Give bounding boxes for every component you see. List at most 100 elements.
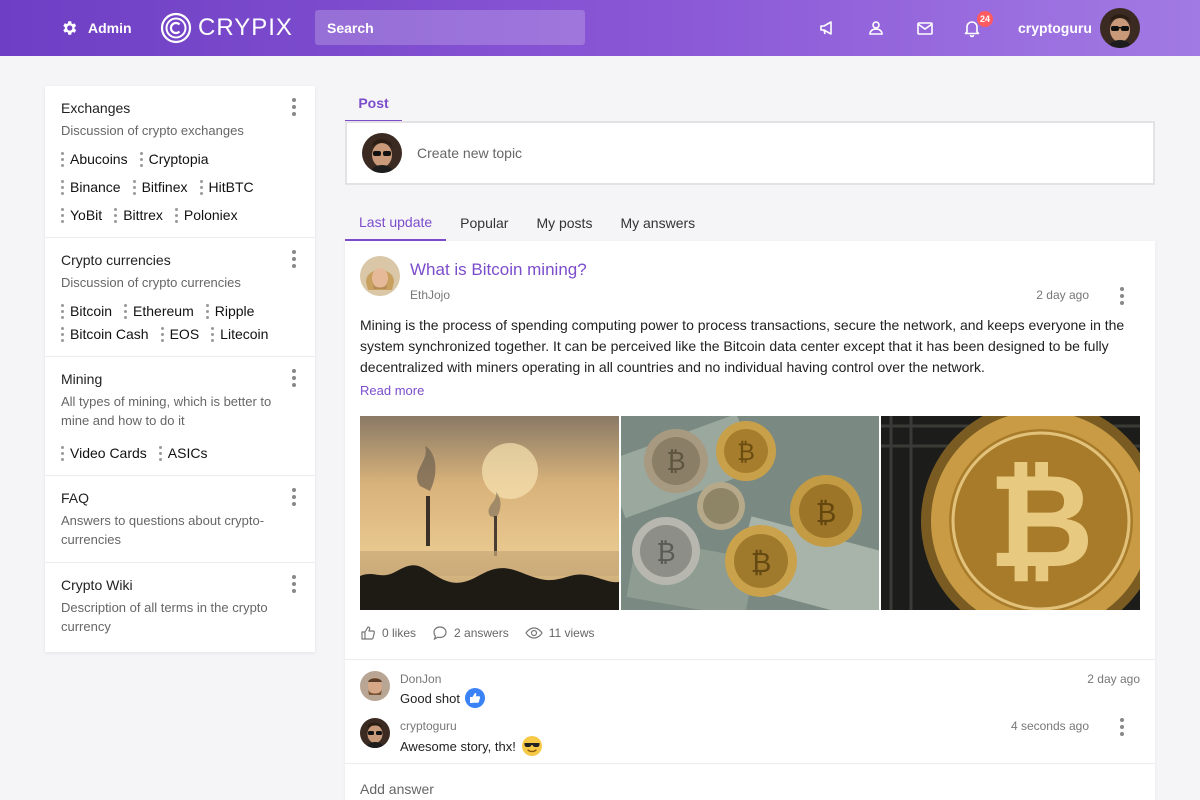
tag-label: Bitfinex [141,179,188,195]
tag-list: Abucoins Cryptopia Binance Bitfinex HitB… [61,150,299,224]
category-exchanges: Exchanges Discussion of crypto exchanges… [45,86,315,238]
brand-name: CRYPIX [198,14,293,41]
category-description: Description of all terms in the crypto c… [61,600,268,634]
tag-item[interactable]: Bitcoin [61,302,112,320]
category-description: Answers to questions about crypto-curren… [61,513,265,547]
views-count: 11 views [548,626,595,640]
avatar [362,133,402,173]
tag-label: Binance [70,179,121,195]
more-options-icon[interactable] [291,250,297,268]
answers-button[interactable]: 2 answers [432,625,509,641]
more-options-icon[interactable] [291,369,297,387]
eye-icon [525,627,543,639]
tab-post[interactable]: Post [345,86,402,122]
tag-item[interactable]: Bitfinex [132,178,188,196]
tag-item[interactable]: Cryptopia [139,150,209,168]
tag-item[interactable]: Binance [61,178,121,196]
more-options-icon[interactable] [1119,287,1125,305]
brand-logo[interactable]: CRYPIX [160,12,293,44]
category-mining: Mining All types of mining, which is bet… [45,357,315,476]
more-options-icon[interactable] [1119,718,1125,736]
drag-handle-icon [61,445,64,461]
tag-item[interactable]: Poloniex [174,206,238,224]
comment-time: 4 seconds ago [1010,719,1089,733]
tag-label: Bitcoin Cash [70,326,149,342]
tag-item[interactable]: Abucoins [61,150,128,168]
author-avatar[interactable] [360,256,400,296]
post-image-bitcoins-cash[interactable]: ₿ ₿ ₿ ₿ ₿ [621,416,879,610]
tag-item[interactable]: Litecoin [211,325,268,343]
tab-last-update[interactable]: Last update [345,205,447,241]
category-title[interactable]: Crypto currencies [61,252,299,268]
category-title[interactable]: Mining [61,371,299,387]
answers-count: 2 answers [454,626,509,640]
read-more-link[interactable]: Read more [360,383,424,398]
tag-item[interactable]: HitBTC [199,178,254,196]
comment-body: Awesome story, thx! [400,738,516,754]
tag-label: Bitcoin [70,303,113,319]
avatar[interactable] [1100,8,1140,48]
category-crypto-currencies: Crypto currencies Discussion of crypto c… [45,238,315,357]
more-options-icon[interactable] [291,488,297,506]
create-topic-field[interactable]: Create new topic [345,121,1155,185]
comment-author[interactable]: DonJon [400,672,441,686]
drag-handle-icon [205,303,209,319]
tag-item[interactable]: Ethereum [124,302,194,320]
megaphone-icon[interactable] [818,18,838,38]
mail-icon[interactable] [915,18,935,38]
top-bar: Admin CRYPIX 24 cryptoguru [0,0,1200,56]
tag-label: Ripple [214,303,255,319]
svg-text:₿: ₿ [751,546,772,579]
tag-label: YoBit [70,207,103,223]
drag-handle-icon [199,179,203,195]
search-input[interactable] [315,10,585,45]
tag-item[interactable]: ASICs [158,444,208,462]
tag-item[interactable]: YoBit [61,206,102,224]
tag-label: Ethereum [133,303,194,319]
drag-handle-icon [132,179,136,195]
svg-text:₿: ₿ [737,438,755,466]
svg-text:₿: ₿ [656,538,675,568]
more-options-icon[interactable] [291,98,297,116]
category-title[interactable]: Crypto Wiki [61,577,299,593]
post-image-bitcoin-closeup[interactable]: ₿ [881,416,1140,610]
tag-list: Bitcoin Ethereum Ripple Bitcoin Cash EOS… [61,302,299,343]
tab-popular[interactable]: Popular [446,205,522,241]
comment-author[interactable]: cryptoguru [400,719,457,733]
drag-handle-icon [139,151,143,167]
tag-label: HitBTC [208,179,254,195]
category-sidebar: Exchanges Discussion of crypto exchanges… [45,86,315,652]
username[interactable]: cryptoguru [1018,0,1092,56]
tag-item[interactable]: Bitcoin Cash [61,325,149,343]
tag-label: Litecoin [220,326,269,342]
divider [345,763,1155,764]
post-image-industrial-sunrise[interactable] [360,416,619,610]
tag-item[interactable]: Ripple [205,302,255,320]
drag-handle-icon [211,326,215,342]
tag-item[interactable]: Video Cards [61,444,147,462]
tag-item[interactable]: Bittrex [114,206,163,224]
add-answer-input[interactable] [360,781,960,797]
thumbs-up-icon [465,688,485,708]
more-options-icon[interactable] [291,575,297,593]
tag-item[interactable]: EOS [160,325,199,343]
tab-my-posts[interactable]: My posts [522,205,606,241]
comment-icon [433,626,447,641]
comment-body: Good shot [400,690,460,706]
post-author[interactable]: EthJojo [410,288,450,302]
comment-avatar[interactable] [360,718,390,748]
category-title[interactable]: FAQ [61,490,299,506]
category-title[interactable]: Exchanges [61,100,299,116]
admin-menu[interactable]: Admin [60,0,132,56]
contacts-icon[interactable] [866,18,886,38]
tab-my-answers[interactable]: My answers [606,205,709,241]
like-button[interactable]: 0 likes [360,625,416,641]
crypix-logo-icon [160,12,192,44]
tag-label: ASICs [167,445,208,461]
drag-handle-icon [124,303,128,319]
post-title[interactable]: What is Bitcoin mining? [410,260,587,280]
comment-avatar[interactable] [360,671,390,701]
user-avatar-image [1100,8,1140,48]
category-crypto-wiki: Crypto Wiki Description of all terms in … [45,563,315,652]
category-description: All types of mining, which is better to … [61,394,272,428]
